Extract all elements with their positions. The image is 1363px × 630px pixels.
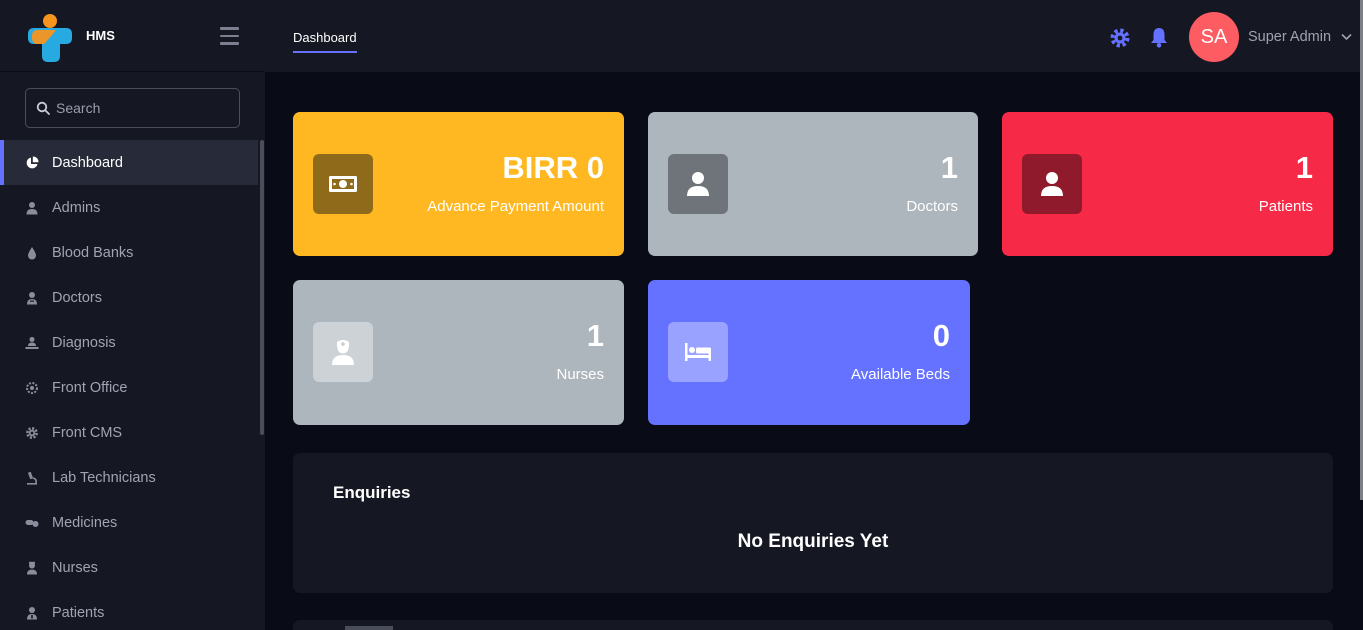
search-box — [25, 88, 240, 128]
sidebar-item-label: Dashboard — [52, 154, 123, 171]
sidebar-item-medicines[interactable]: Medicines — [0, 500, 258, 545]
avatar[interactable]: SA — [1189, 12, 1239, 62]
brand-name: HMS — [86, 28, 115, 43]
pills-icon — [24, 515, 40, 531]
sidebar: HMS Dashboard Admins Blood Ban — [0, 0, 265, 630]
nurse-icon — [313, 322, 373, 382]
patient-icon — [24, 605, 40, 621]
microscope-icon — [24, 470, 40, 486]
enquiries-empty-text: No Enquiries Yet — [737, 531, 889, 552]
card-doctors[interactable]: 1 Doctors — [648, 112, 978, 256]
sidebar-item-label: Nurses — [52, 559, 98, 576]
card-value: 0 — [932, 318, 950, 353]
menu-toggle-icon[interactable] — [220, 27, 240, 45]
card-value: 1 — [586, 318, 604, 353]
sidebar-item-label: Doctors — [52, 289, 102, 306]
tab-dashboard[interactable]: Dashboard — [293, 30, 357, 53]
card-value: 1 — [940, 150, 958, 185]
card-available-beds[interactable]: 0 Available Beds — [648, 280, 970, 425]
sidebar-item-lab-technicians[interactable]: Lab Technicians — [0, 455, 258, 500]
user-name[interactable]: Super Admin — [1248, 29, 1331, 45]
nurse-icon — [24, 560, 40, 576]
search-input[interactable] — [56, 97, 231, 119]
sidebar-item-diagnosis[interactable]: Diagnosis — [0, 320, 258, 365]
card-value: 1 — [1295, 150, 1313, 185]
front-office-icon — [24, 380, 40, 396]
hms-logo-icon — [28, 14, 72, 62]
app: HMS Dashboard Admins Blood Ban — [0, 0, 1363, 630]
sidebar-item-doctors[interactable]: Doctors — [0, 275, 258, 320]
card-value: BIRR 0 — [502, 150, 604, 185]
next-panel — [293, 620, 1333, 630]
sidebar-item-admins[interactable]: Admins — [0, 185, 258, 230]
card-label: Nurses — [556, 366, 604, 383]
search-icon — [36, 101, 50, 115]
sidebar-item-label: Front Office — [52, 379, 128, 396]
sidebar-scrollbar[interactable] — [260, 140, 264, 435]
sidebar-item-label: Front CMS — [52, 424, 123, 441]
enquiries-title: Enquiries — [333, 483, 411, 502]
sidebar-item-patients[interactable]: Patients — [0, 590, 258, 630]
droplet-icon — [24, 245, 40, 261]
sidebar-item-label: Lab Technicians — [52, 469, 156, 486]
bed-icon — [668, 322, 728, 382]
horizontal-scrollbar[interactable] — [345, 626, 393, 630]
user-icon — [1022, 154, 1082, 214]
user-icon — [24, 200, 40, 216]
doctor-icon — [24, 290, 40, 306]
card-patients[interactable]: 1 Patients — [1002, 112, 1333, 256]
enquiries-panel: Enquiries No Enquiries Yet — [293, 453, 1333, 593]
gear-icon — [24, 425, 40, 441]
card-label: Doctors — [906, 198, 958, 215]
sidebar-menu: Dashboard Admins Blood Banks Doctors Dia… — [0, 140, 258, 630]
user-icon — [668, 154, 728, 214]
card-label: Advance Payment Amount — [427, 198, 604, 215]
card-nurses[interactable]: 1 Nurses — [293, 280, 624, 425]
sidebar-item-label: Diagnosis — [52, 334, 116, 351]
sidebar-item-front-office[interactable]: Front Office — [0, 365, 258, 410]
card-advance-payment[interactable]: BIRR 0 Advance Payment Amount — [293, 112, 624, 256]
notification-bell-icon[interactable] — [1149, 26, 1169, 48]
brand: HMS — [0, 0, 265, 72]
sidebar-item-blood-banks[interactable]: Blood Banks — [0, 230, 258, 275]
sidebar-item-label: Blood Banks — [52, 244, 134, 261]
chevron-down-icon[interactable] — [1341, 33, 1352, 41]
card-label: Patients — [1258, 198, 1313, 215]
sidebar-item-label: Admins — [52, 199, 101, 216]
sidebar-item-label: Patients — [52, 604, 105, 621]
sidebar-item-label: Medicines — [52, 514, 118, 531]
sidebar-item-nurses[interactable]: Nurses — [0, 545, 258, 590]
topbar: Dashboard SA Super Admin — [265, 0, 1363, 72]
sidebar-item-front-cms[interactable]: Front CMS — [0, 410, 258, 455]
settings-gear-icon[interactable] — [1109, 27, 1131, 49]
card-label: Available Beds — [851, 366, 950, 383]
pie-chart-icon — [24, 155, 40, 171]
sidebar-item-dashboard[interactable]: Dashboard — [0, 140, 258, 185]
diagnosis-icon — [24, 335, 40, 351]
money-icon — [313, 154, 373, 214]
